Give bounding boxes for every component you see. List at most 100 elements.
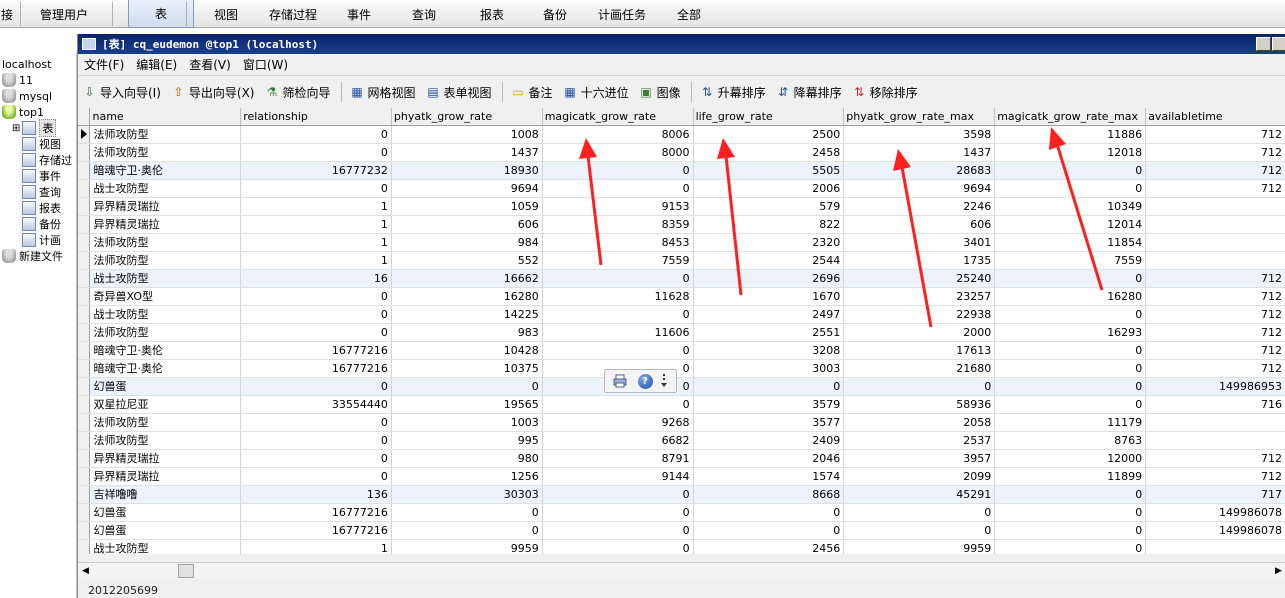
table-row[interactable]: 暗魂守卫·奥伦 16777232 18930 0 5505 28683 0 712: [78, 161, 1285, 180]
table-cell[interactable]: 712: [1145, 341, 1285, 360]
table-cell[interactable]: 9959: [843, 539, 996, 554]
table-cell[interactable]: 606: [843, 215, 996, 234]
table-cell[interactable]: 1: [240, 215, 392, 234]
table-cell[interactable]: 2696: [693, 269, 845, 288]
row-indicator[interactable]: [78, 449, 91, 468]
sort-descending-button[interactable]: ⇵ 降幕排序: [776, 84, 842, 101]
row-indicator[interactable]: [78, 395, 91, 414]
table-cell[interactable]: [1145, 413, 1285, 432]
table-cell[interactable]: 0: [240, 467, 392, 486]
table-cell[interactable]: 幻兽蛋: [89, 377, 242, 396]
table-row[interactable]: 法师攻防型 0 1437 8000 2458 1437 12018 712: [78, 143, 1285, 162]
tree-item-views[interactable]: 视图: [22, 136, 61, 152]
table-cell[interactable]: 1: [240, 251, 392, 270]
table-cell[interactable]: 0: [391, 521, 543, 540]
table-cell[interactable]: 3577: [693, 413, 845, 432]
table-cell[interactable]: 995: [391, 431, 543, 450]
table-cell[interactable]: 3003: [693, 359, 845, 378]
table-cell[interactable]: 0: [994, 269, 1147, 288]
query-button[interactable]: 查询: [398, 0, 450, 28]
table-row[interactable]: 奇异兽XO型 0 16280 11628 1670 23257 16280 712: [78, 287, 1285, 306]
table-cell[interactable]: 7559: [542, 251, 694, 270]
table-cell[interactable]: 3957: [843, 449, 996, 468]
table-cell[interactable]: 法师攻防型: [89, 431, 242, 450]
table-row[interactable]: 战士攻防型 0 9694 0 2006 9694 0 712: [78, 179, 1285, 198]
table-cell[interactable]: 0: [542, 161, 694, 180]
table-cell[interactable]: 3598: [843, 125, 996, 144]
table-row[interactable]: 法师攻防型 0 1003 9268 3577 2058 11179: [78, 413, 1285, 432]
table-cell[interactable]: 8763: [994, 431, 1147, 450]
view-button[interactable]: 视图: [196, 0, 256, 28]
row-indicator[interactable]: [78, 467, 91, 486]
table-row[interactable]: 法师攻防型 0 983 11606 2551 2000 16293 712: [78, 323, 1285, 342]
memo-button[interactable]: ▭ 备注: [511, 84, 552, 101]
table-cell[interactable]: 21680: [843, 359, 996, 378]
menu-file[interactable]: 文件(F): [84, 56, 124, 73]
grid-view-button[interactable]: ▦ 网格视图: [350, 84, 415, 101]
table-cell[interactable]: 149986953: [1145, 377, 1285, 396]
table-row[interactable]: 暗魂守卫·奥伦 16777216 10375 0 3003 21680 0 712: [78, 359, 1285, 378]
backup-button[interactable]: 备份: [530, 0, 580, 28]
table-cell[interactable]: 0: [391, 503, 543, 522]
table-cell[interactable]: 7559: [994, 251, 1147, 270]
row-indicator[interactable]: [78, 179, 91, 198]
manage-users-button[interactable]: 管理用户: [40, 0, 88, 28]
table-cell[interactable]: 0: [542, 521, 694, 540]
report-button[interactable]: 报表: [468, 0, 516, 28]
table-cell[interactable]: 9268: [542, 413, 694, 432]
table-cell[interactable]: 8668: [693, 485, 845, 504]
table-cell[interactable]: 法师攻防型: [89, 251, 242, 270]
table-cell[interactable]: 9144: [542, 467, 694, 486]
table-cell[interactable]: 8000: [542, 143, 694, 162]
table-cell[interactable]: 1008: [391, 125, 543, 144]
table-row[interactable]: 幻兽蛋 16777216 0 0 0 0 0 149986078: [78, 503, 1285, 522]
table-cell[interactable]: 16: [240, 269, 392, 288]
table-cell[interactable]: 136: [240, 485, 392, 504]
table-cell[interactable]: 2000: [843, 323, 996, 342]
table-cell[interactable]: 0: [843, 521, 996, 540]
table-cell[interactable]: 0: [843, 377, 996, 396]
table-cell[interactable]: 12000: [994, 449, 1147, 468]
table-cell[interactable]: 8359: [542, 215, 694, 234]
tree-item-11[interactable]: 11: [2, 72, 33, 88]
column-header-name[interactable]: name: [89, 108, 242, 126]
row-indicator[interactable]: [78, 197, 91, 216]
tree-item-tables[interactable]: ⊞ 表: [12, 119, 57, 137]
table-cell[interactable]: 9959: [391, 539, 543, 554]
table-cell[interactable]: 0: [542, 503, 694, 522]
table-cell[interactable]: 0: [240, 449, 392, 468]
table-row[interactable]: 法师攻防型 0 1008 8006 2500 3598 11886 712: [78, 125, 1285, 144]
table-cell[interactable]: [1145, 251, 1285, 270]
table-cell[interactable]: 16280: [994, 287, 1147, 306]
table-row[interactable]: 异界精灵瑞拉 1 606 8359 822 606 12014: [78, 215, 1285, 234]
table-cell[interactable]: [1145, 197, 1285, 216]
table-cell[interactable]: 9153: [542, 197, 694, 216]
table-cell[interactable]: 0: [693, 521, 845, 540]
table-cell[interactable]: 9694: [391, 179, 543, 198]
row-indicator[interactable]: [78, 485, 91, 504]
table-cell[interactable]: 11179: [994, 413, 1147, 432]
table-cell[interactable]: 1256: [391, 467, 543, 486]
menu-window[interactable]: 窗口(W): [243, 56, 288, 73]
row-indicator[interactable]: [78, 503, 91, 522]
table-cell[interactable]: 606: [391, 215, 543, 234]
row-indicator[interactable]: [78, 341, 91, 360]
table-cell[interactable]: 0: [542, 539, 694, 554]
table-cell[interactable]: 983: [391, 323, 543, 342]
table-cell[interactable]: 0: [240, 431, 392, 450]
row-indicator[interactable]: [78, 431, 91, 450]
table-cell[interactable]: 2320: [693, 233, 845, 252]
table-cell[interactable]: 暗魂守卫·奥伦: [89, 359, 242, 378]
scroll-left-icon[interactable]: ◀: [78, 564, 93, 578]
table-cell[interactable]: 10349: [994, 197, 1147, 216]
table-cell[interactable]: 12018: [994, 143, 1147, 162]
table-cell[interactable]: 16777232: [240, 161, 392, 180]
table-cell[interactable]: 2500: [693, 125, 845, 144]
table-cell[interactable]: 0: [843, 503, 996, 522]
table-cell[interactable]: 712: [1145, 323, 1285, 342]
table-cell[interactable]: 11886: [994, 125, 1147, 144]
table-cell[interactable]: 149986078: [1145, 521, 1285, 540]
table-cell[interactable]: 10375: [391, 359, 543, 378]
table-row[interactable]: 战士攻防型 16 16662 0 2696 25240 0 712: [78, 269, 1285, 288]
table-cell[interactable]: 0: [693, 503, 845, 522]
